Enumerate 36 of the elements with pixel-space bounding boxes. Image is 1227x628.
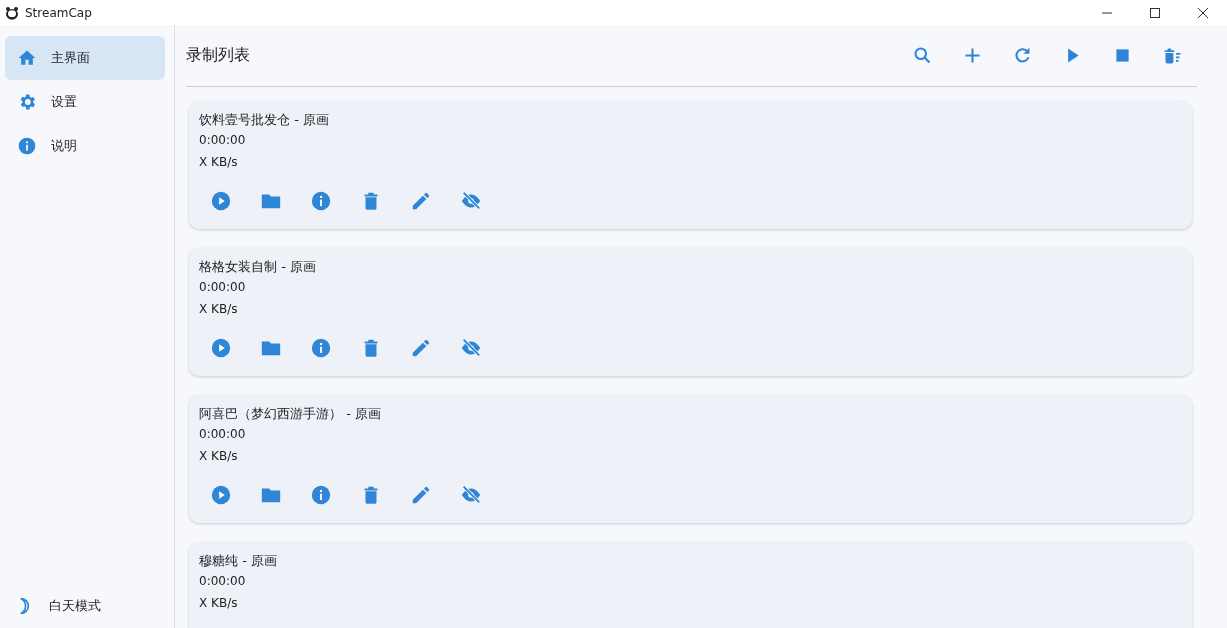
recording-title: 穆糖纯 - 原画 <box>199 552 278 570</box>
recording-speed: X KB/s <box>199 449 239 465</box>
recording-speed: X KB/s <box>199 302 239 318</box>
eye-off-icon <box>460 190 482 212</box>
info-icon <box>17 136 37 156</box>
recording-title: 格格女装自制 - 原画 <box>199 258 317 276</box>
info-icon <box>310 484 332 506</box>
play-icon <box>210 484 232 506</box>
maximize-icon <box>1149 6 1161 19</box>
panda-logo-icon <box>4 4 20 21</box>
sidebar-item[interactable]: 主界面 <box>5 36 165 80</box>
eye-off-icon <box>460 484 482 506</box>
recording-duration: 0:00:00 <box>199 133 247 149</box>
close-icon <box>1197 6 1209 19</box>
recording-speed: X KB/s <box>199 596 239 612</box>
recording-duration: 0:00:00 <box>199 427 247 443</box>
sidebar-item[interactable]: 设置 <box>5 80 165 124</box>
recording-speed: X KB/s <box>199 155 239 171</box>
home-icon <box>17 48 37 68</box>
recording-duration: 0:00:00 <box>199 574 247 590</box>
pencil-icon <box>410 337 432 359</box>
window-title: StreamCap <box>25 5 92 20</box>
recording-title: 阿喜巴（梦幻西游手游） - 原画 <box>199 405 382 423</box>
page-title: 录制列表 <box>186 45 250 66</box>
recording-duration: 0:00:00 <box>199 280 247 296</box>
pencil-icon <box>410 190 432 212</box>
search-icon <box>911 45 933 66</box>
sidebar-item[interactable]: 说明 <box>5 124 165 168</box>
info-icon <box>310 337 332 359</box>
play-icon <box>210 190 232 212</box>
eye-off-icon <box>460 337 482 359</box>
theme-toggle[interactable]: 白天模式 <box>5 590 101 622</box>
play-icon <box>210 337 232 359</box>
pencil-icon <box>410 484 432 506</box>
recording-title: 饮料壹号批发仓 - 原画 <box>199 111 330 129</box>
info-icon <box>310 190 332 212</box>
